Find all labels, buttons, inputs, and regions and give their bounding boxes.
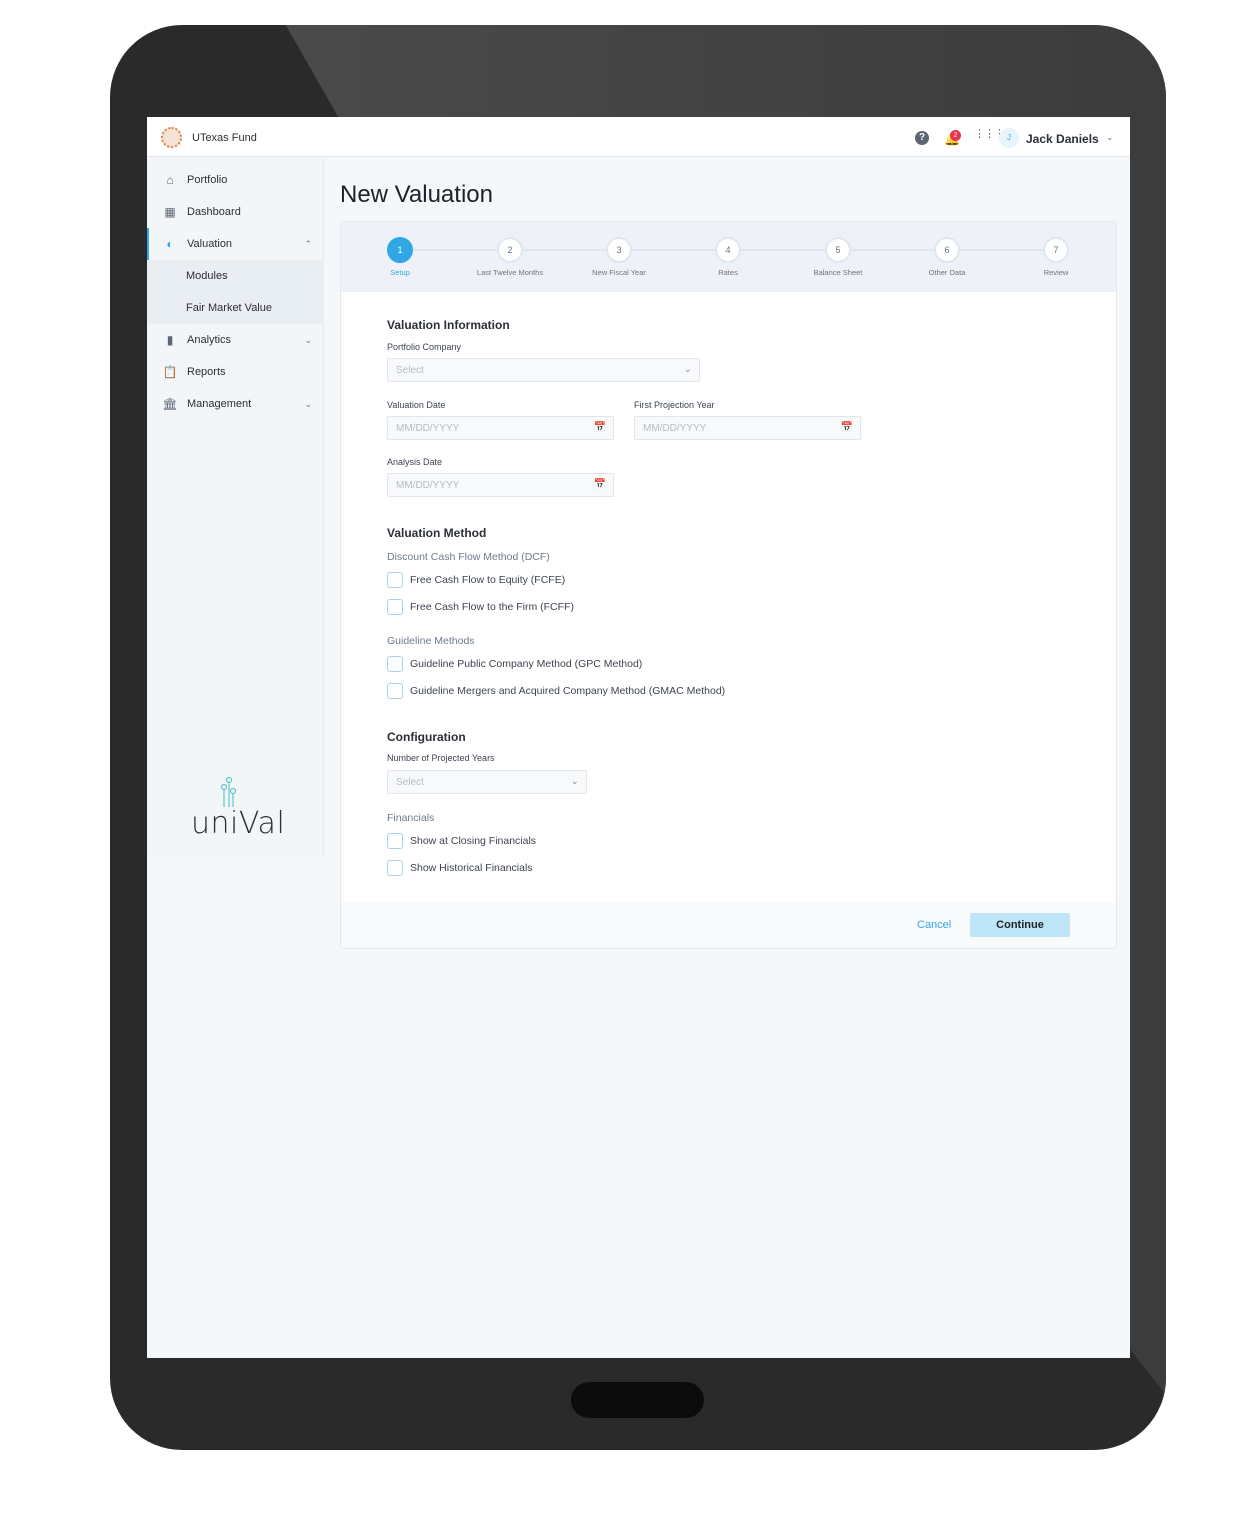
first-projection-year-input[interactable]: MM/DD/YYYY 📅: [634, 416, 861, 440]
analysis-date-input[interactable]: MM/DD/YYYY 📅: [387, 473, 614, 497]
logo-circuit-icon: [221, 776, 237, 807]
analysis-date-label: Analysis Date: [387, 457, 443, 467]
checkbox-box[interactable]: [387, 833, 403, 849]
guideline-methods-label: Guideline Methods: [387, 635, 475, 647]
fcfe-checkbox[interactable]: Free Cash Flow to Equity (FCFE): [387, 572, 565, 588]
gmac-checkbox[interactable]: Guideline Mergers and Acquired Company M…: [387, 683, 725, 699]
step-2-circle[interactable]: 2: [497, 237, 523, 263]
step-5-circle[interactable]: 5: [825, 237, 851, 263]
top-bar: UTexas Fund ? 🔔 2 ⋮⋮⋮ J Jack Daniels ⌄: [147, 117, 1130, 157]
step-1-label[interactable]: Setup: [341, 268, 460, 277]
chevron-up-icon: ⌃: [304, 238, 312, 249]
step-7-circle[interactable]: 7: [1043, 237, 1069, 263]
dashboard-icon: ▦: [164, 205, 176, 219]
checkbox-box[interactable]: [387, 683, 403, 699]
fcff-checkbox[interactable]: Free Cash Flow to the Firm (FCFF): [387, 599, 574, 615]
checkbox-box[interactable]: [387, 599, 403, 615]
stepper: 1 Setup 2 Last Twelve Months 3 New Fiscal Yea…: [341, 222, 1116, 292]
checkbox-box[interactable]: [387, 572, 403, 588]
financials-label: Financials: [387, 812, 435, 824]
sidebar-item-reports[interactable]: 📋 Reports: [147, 356, 324, 388]
sidebar-item-valuation[interactable]: ◐ Valuation ⌃: [147, 228, 324, 260]
clipboard-icon: 📋: [162, 365, 178, 379]
step-1-circle[interactable]: 1: [387, 237, 413, 263]
dcf-label: Discount Cash Flow Method (DCF): [387, 551, 550, 563]
historical-financials-checkbox[interactable]: Show Historical Financials: [387, 860, 533, 876]
form-footer: Cancel Continue: [341, 903, 1116, 948]
sidebar-item-portfolio[interactable]: ⌂ Portfolio: [147, 164, 324, 196]
sidebar-item-analytics[interactable]: ▮ Analytics ⌄: [147, 324, 324, 356]
cancel-button[interactable]: Cancel: [917, 919, 951, 931]
step-6-circle[interactable]: 6: [934, 237, 960, 263]
gpc-checkbox[interactable]: Guideline Public Company Method (GPC Met…: [387, 656, 642, 672]
portfolio-company-label: Portfolio Company: [387, 342, 462, 352]
step-5-label[interactable]: Balance Sheet: [778, 268, 898, 277]
step-6-label[interactable]: Other Data: [887, 268, 1007, 277]
bar-chart-icon: ▮: [166, 333, 174, 347]
projected-years-label: Number of Projected Years: [387, 753, 495, 763]
step-7-label[interactable]: Review: [996, 268, 1116, 277]
calendar-icon[interactable]: 📅: [594, 479, 606, 490]
sidebar-item-management[interactable]: 🏛 Management ⌄: [147, 388, 324, 420]
step-4-circle[interactable]: 4: [715, 237, 741, 263]
user-name[interactable]: Jack Daniels: [1026, 132, 1099, 146]
chevron-down-icon: ⌄: [304, 398, 312, 409]
step-3-label[interactable]: New Fiscal Year: [559, 268, 679, 277]
help-icon[interactable]: ?: [915, 131, 929, 145]
calendar-icon[interactable]: 📅: [841, 422, 853, 433]
org-logo-icon: [161, 127, 182, 148]
step-3-circle[interactable]: 3: [606, 237, 632, 263]
sidebar-item-fair-market-value[interactable]: Fair Market Value: [147, 292, 324, 324]
section-valuation-method: Valuation Method: [387, 526, 487, 540]
sidebar: ⌂ Portfolio ▦ Dashboard ◐ Valuation ⌃ Module…: [147, 158, 324, 857]
chevron-down-icon: ⌄: [570, 776, 579, 787]
valuation-form-card: 1 Setup 2 Last Twelve Months 3 New Fiscal Yea…: [340, 221, 1117, 949]
page-title: New Valuation: [340, 181, 493, 208]
calendar-icon[interactable]: 📅: [594, 422, 606, 433]
org-name: UTexas Fund: [192, 132, 257, 144]
home-icon: ⌂: [166, 173, 174, 187]
sidebar-item-modules[interactable]: Modules: [147, 260, 324, 292]
step-2-label[interactable]: Last Twelve Months: [450, 268, 570, 277]
chevron-down-icon[interactable]: ⌄: [1106, 132, 1114, 143]
first-projection-year-label: First Projection Year: [634, 400, 715, 410]
section-valuation-information: Valuation Information: [387, 318, 510, 332]
chevron-down-icon: ⌄: [304, 334, 312, 345]
checkbox-box[interactable]: [387, 860, 403, 876]
portfolio-company-select[interactable]: Select ⌄: [387, 358, 700, 382]
bank-icon: 🏛: [162, 397, 178, 411]
closing-financials-checkbox[interactable]: Show at Closing Financials: [387, 833, 536, 849]
checkbox-box[interactable]: [387, 656, 403, 672]
unival-logo: uniVal: [191, 806, 286, 841]
home-button[interactable]: [571, 1382, 704, 1418]
sidebar-item-dashboard[interactable]: ▦ Dashboard: [147, 196, 324, 228]
section-configuration: Configuration: [387, 730, 466, 744]
continue-button[interactable]: Continue: [970, 913, 1070, 937]
pie-chart-icon: ◐: [166, 237, 174, 251]
valuation-date-input[interactable]: MM/DD/YYYY 📅: [387, 416, 614, 440]
step-4-label[interactable]: Rates: [668, 268, 788, 277]
notification-badge: 2: [950, 130, 961, 141]
chevron-down-icon: ⌄: [683, 364, 692, 375]
valuation-date-label: Valuation Date: [387, 400, 446, 410]
app-screen: UTexas Fund ? 🔔 2 ⋮⋮⋮ J Jack Daniels ⌄ ⌂…: [147, 117, 1130, 1358]
avatar[interactable]: J: [999, 128, 1019, 148]
projected-years-select[interactable]: Select ⌄: [387, 770, 587, 794]
